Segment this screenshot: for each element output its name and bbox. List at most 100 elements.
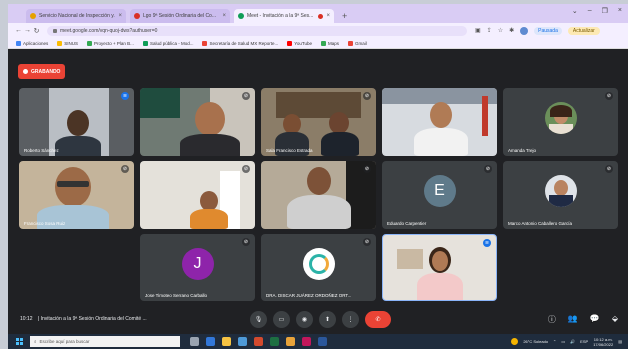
youtube-icon [287,40,293,46]
bookmark-proyecto[interactable]: Proyecto + Plan B... [87,40,134,46]
participant-tile[interactable]: ≋ Roberto Sánchez [19,88,134,156]
battery-icon[interactable]: ▭ [561,339,565,344]
participant-tile[interactable]: E ⊘ Eduardo Carpentier [382,161,497,229]
participant-avatar [544,175,577,207]
clock[interactable]: 10:12 a.m. 17/06/2022 [593,337,613,347]
edge-icon[interactable] [206,337,215,346]
call-controls: 🎙 ▭ ◉ ⬆ ⋮ ✆ [250,310,391,328]
participant-tile[interactable] [382,88,497,156]
paused-button[interactable]: Pausada [534,26,562,35]
address-row: ← → ↻ meet.google.com/vqn-quoj-dws?authu… [8,23,628,38]
excel-icon[interactable] [270,337,279,346]
info-icon[interactable]: ⓘ [548,314,556,325]
participant-tile[interactable]: J ⊘ Jose Timoteo Serrano Carballo [140,234,255,301]
participant-name: Amanda Trejo [508,148,537,153]
language-indicator[interactable]: ESP [580,339,588,344]
tab-2[interactable]: Lgo 9ª Sesión Ordinaria del Co... × [130,9,230,23]
tab-1[interactable]: Servicio Nacional de Inspección y... × [26,9,126,23]
recording-icon [318,13,324,19]
activities-icon[interactable]: ⬙ [612,314,618,325]
new-tab-button[interactable]: + [342,9,347,23]
reload-icon[interactable]: ↻ [32,27,41,35]
search-icon: ⌕ [34,339,37,344]
participant-head [67,110,89,136]
profile-avatar[interactable] [520,26,529,35]
taskbar-search[interactable]: ⌕ Escribe aquí para buscar [30,336,180,347]
tab-3-active[interactable]: Meet - Invitación a la 9ª Ses... × [234,9,334,23]
minimize-icon[interactable]: – [588,7,592,15]
camera-permission-icon[interactable]: ▣ [475,27,481,34]
notifications-icon[interactable]: ▤ [618,339,622,344]
update-button[interactable]: Actualizar [567,26,600,35]
mic-off-icon: ⊘ [605,92,613,100]
star-icon[interactable]: ☆ [498,27,503,34]
participant-initial-avatar: J [181,247,214,280]
share-icon[interactable]: ⇪ [487,27,492,34]
participant-tile-speaking[interactable]: ≋ [382,234,497,301]
participant-name: Eduardo Carpentier [387,221,427,226]
forward-icon[interactable]: → [23,27,32,34]
participant-tile[interactable]: ⊘ Marco Antonio Caballero García [503,161,618,229]
participant-tile[interactable]: ⊘ Francisco Sosa Ruiz [19,161,134,229]
bookmark-gmail[interactable]: Gmail [347,40,367,46]
close-icon[interactable]: × [222,13,226,19]
captions-icon[interactable]: ◉ [296,310,313,328]
camera-icon[interactable]: ▭ [273,310,290,328]
more-icon[interactable]: ⋮ [342,310,359,328]
speaking-indicator-icon: ≋ [483,239,491,247]
bookmark-ssa[interactable]: Secretaría de Salud MX Reporte... [202,40,278,46]
close-icon[interactable]: × [118,13,122,19]
tab-strip: Servicio Nacional de Inspección y... × L… [8,4,628,23]
bookmark-sinus[interactable]: SINUS [57,40,78,46]
participant-name: Roberto Sánchez [24,148,59,153]
bookmark-apps[interactable]: Aplicaciones [16,40,48,46]
extensions-icon[interactable]: ✱ [509,27,514,34]
clock-date: 17/06/2022 [593,341,614,347]
show-hidden-icon[interactable]: ⌃ [553,339,556,344]
chat-icon[interactable]: 💬 [590,314,600,325]
address-bar[interactable]: meet.google.com/vqn-quoj-dws?authuser=0 [47,25,467,36]
participant-tile[interactable]: ⊘ [140,88,255,156]
close-window-icon[interactable]: × [618,7,622,15]
mic-off-icon: ⊘ [363,238,371,246]
store-icon[interactable] [238,337,247,346]
chrome-icon[interactable] [286,337,295,346]
participant-tile[interactable]: ⊘ [261,161,376,229]
meeting-info: 10:12 | Invitación a la 9ª Sesión Ordina… [20,316,147,322]
people-icon[interactable]: 👥 [568,314,578,325]
meeting-title: Invitación a la 9ª Sesión Ordinaria del … [40,316,147,322]
participant-name: DRA. DISCAR JUÁREZ ORDOÑEZ ORT... [266,293,352,298]
url-text: meet.google.com/vqn-quoj-dws?authuser=0 [60,27,158,34]
volume-icon[interactable]: 🔊 [570,339,575,344]
file-explorer-icon[interactable] [222,337,231,346]
maximize-icon[interactable]: ❐ [602,7,608,15]
participant-body [414,128,468,156]
weather-icon [511,338,519,345]
tab-title: Servicio Nacional de Inspección y... [39,13,116,19]
task-view-icon[interactable] [190,337,199,346]
page-icon [142,40,148,46]
participant-avatar [544,102,577,134]
bookmark-youtube[interactable]: YouTube [287,40,312,46]
present-icon[interactable]: ⬆ [319,310,336,328]
bookmark-maps[interactable]: Maps [320,40,339,46]
participant-tile[interactable]: ⊘ [140,161,255,229]
back-icon[interactable]: ← [14,27,23,34]
powerpoint-icon[interactable] [254,337,263,346]
end-call-icon[interactable]: ✆ [365,310,391,328]
app-icon[interactable] [302,337,311,346]
bookmark-salud[interactable]: Salud pública - Mod... [142,40,193,46]
mic-icon[interactable]: 🎙 [250,310,267,328]
mic-off-icon: ⊘ [242,92,250,100]
participant-tile[interactable]: ⊘ Amanda Trejo [503,88,618,156]
participant-logo [302,247,335,280]
participant-body [190,209,228,229]
word-icon[interactable] [318,337,327,346]
participant-tile[interactable]: ⊘ DRA. DISCAR JUÁREZ ORDOÑEZ ORT... [261,234,376,301]
windows-start-icon[interactable] [8,334,30,349]
meeting-time: 10:12 [20,316,33,322]
tab-search-icon[interactable]: ⌄ [572,7,578,15]
close-icon[interactable]: × [326,13,330,19]
participant-tile[interactable]: ⊘ Sala Francisco Estrada [261,88,376,156]
meet-stage: GRABANDO ≋ Roberto Sánchez ⊘ ⊘ Sala Fran… [8,50,628,334]
